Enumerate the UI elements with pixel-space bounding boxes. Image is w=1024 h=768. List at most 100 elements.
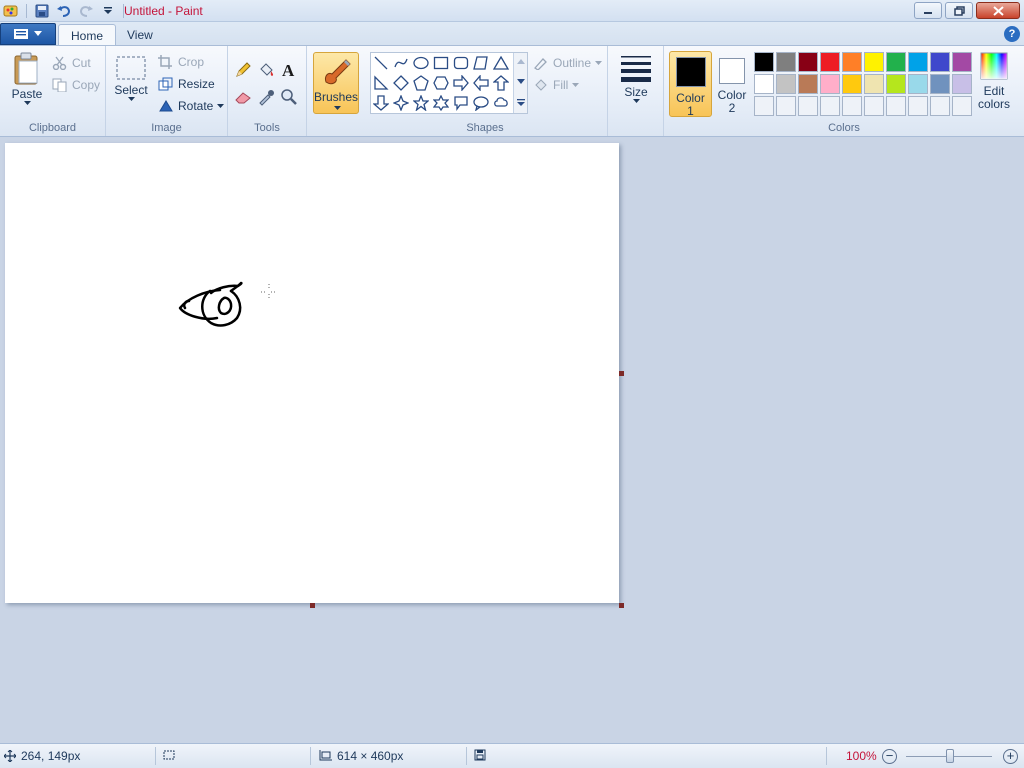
palette-swatch[interactable] <box>930 96 950 116</box>
fill-icon[interactable] <box>256 60 276 80</box>
palette-swatch[interactable] <box>908 52 928 72</box>
rounded-rectangle-shape-icon[interactable] <box>451 53 471 73</box>
six-point-star-icon[interactable] <box>431 93 451 113</box>
palette-swatch[interactable] <box>952 74 972 94</box>
pentagon-shape-icon[interactable] <box>411 73 431 93</box>
shapes-scrollbar[interactable] <box>513 53 527 113</box>
canvas-resize-handle-bottom[interactable] <box>310 603 315 608</box>
right-triangle-shape-icon[interactable] <box>371 73 391 93</box>
diamond-shape-icon[interactable] <box>391 73 411 93</box>
oval-shape-icon[interactable] <box>411 53 431 73</box>
palette-swatch[interactable] <box>952 96 972 116</box>
hexagon-shape-icon[interactable] <box>431 73 451 93</box>
palette-swatch[interactable] <box>886 74 906 94</box>
palette-swatch[interactable] <box>908 74 928 94</box>
palette-swatch[interactable] <box>952 52 972 72</box>
palette-swatch[interactable] <box>776 74 796 94</box>
line-shape-icon[interactable] <box>371 53 391 73</box>
customize-qat-icon[interactable] <box>99 2 117 20</box>
paste-button[interactable]: Paste <box>8 52 46 106</box>
curve-shape-icon[interactable] <box>391 53 411 73</box>
save-icon[interactable] <box>33 2 51 20</box>
chevron-down-icon <box>572 82 580 87</box>
size-button[interactable]: Size <box>618 52 654 104</box>
magnifier-icon[interactable] <box>279 87 299 107</box>
cut-button[interactable]: Cut <box>52 54 91 72</box>
fill-bucket-icon <box>535 79 547 91</box>
help-icon[interactable]: ? <box>1004 26 1020 42</box>
edit-colors-button[interactable]: Edit colors <box>976 52 1012 118</box>
copy-button[interactable]: Copy <box>52 76 100 94</box>
pencil-icon[interactable] <box>233 60 253 80</box>
palette-swatch[interactable] <box>930 52 950 72</box>
chevron-down-icon <box>127 97 135 101</box>
polygon-shape-icon[interactable] <box>471 53 491 73</box>
palette-swatch[interactable] <box>864 52 884 72</box>
palette-swatch[interactable] <box>754 96 774 116</box>
color-2-button[interactable]: Color 2 <box>714 51 750 117</box>
palette-swatch[interactable] <box>864 96 884 116</box>
rounded-callout-icon[interactable] <box>451 93 471 113</box>
svg-text:A: A <box>282 61 295 79</box>
palette-swatch[interactable] <box>798 96 818 116</box>
left-arrow-shape-icon[interactable] <box>471 73 491 93</box>
palette-swatch[interactable] <box>798 52 818 72</box>
qat-separator <box>26 4 27 18</box>
close-button[interactable] <box>976 2 1020 19</box>
redo-icon[interactable] <box>77 2 95 20</box>
palette-swatch[interactable] <box>842 52 862 72</box>
palette-swatch[interactable] <box>754 74 774 94</box>
triangle-shape-icon[interactable] <box>491 53 511 73</box>
palette-swatch[interactable] <box>776 96 796 116</box>
color-1-number: 1 <box>687 104 694 118</box>
canvas-resize-handle-right[interactable] <box>619 371 624 376</box>
fill-button[interactable]: Fill <box>533 76 580 94</box>
cloud-callout-icon[interactable] <box>491 93 511 113</box>
drawing-canvas[interactable] <box>5 143 619 603</box>
palette-swatch[interactable] <box>908 96 928 116</box>
brushes-button[interactable]: Brushes <box>313 52 359 114</box>
zoom-in-button[interactable]: + <box>1003 749 1018 764</box>
oval-callout-icon[interactable] <box>471 93 491 113</box>
selection-size <box>162 749 176 761</box>
palette-swatch[interactable] <box>930 74 950 94</box>
rotate-button[interactable]: Rotate <box>158 97 225 115</box>
crop-button[interactable]: Crop <box>158 53 204 71</box>
palette-swatch[interactable] <box>820 96 840 116</box>
palette-swatch[interactable] <box>842 96 862 116</box>
right-arrow-shape-icon[interactable] <box>451 73 471 93</box>
tab-home[interactable]: Home <box>58 24 117 46</box>
zoom-out-button[interactable]: − <box>882 749 897 764</box>
palette-swatch[interactable] <box>798 74 818 94</box>
paint-menu-button[interactable] <box>0 23 56 45</box>
canvas-resize-handle-corner[interactable] <box>619 603 624 608</box>
palette-swatch[interactable] <box>842 74 862 94</box>
outline-button[interactable]: Outline <box>533 54 603 72</box>
restore-button[interactable] <box>945 2 973 19</box>
color-1-button[interactable]: Color 1 <box>669 51 712 118</box>
palette-swatch[interactable] <box>754 52 774 72</box>
select-button[interactable]: Select <box>114 54 148 102</box>
palette-swatch[interactable] <box>886 96 906 116</box>
undo-icon[interactable] <box>55 2 73 20</box>
paint-app-icon[interactable] <box>2 2 20 20</box>
up-arrow-shape-icon[interactable] <box>491 73 511 93</box>
five-point-star-icon[interactable] <box>411 93 431 113</box>
tab-view[interactable]: View <box>115 24 165 46</box>
palette-swatch[interactable] <box>864 74 884 94</box>
four-point-star-icon[interactable] <box>391 93 411 113</box>
text-icon[interactable]: A <box>279 60 299 80</box>
zoom-slider-thumb[interactable] <box>946 749 954 763</box>
resize-button[interactable]: Resize <box>158 75 215 93</box>
minimize-button[interactable] <box>914 2 942 19</box>
palette-swatch[interactable] <box>820 52 840 72</box>
down-arrow-shape-icon[interactable] <box>371 93 391 113</box>
eraser-icon[interactable] <box>233 87 253 107</box>
rectangle-shape-icon[interactable] <box>431 53 451 73</box>
palette-swatch[interactable] <box>886 52 906 72</box>
palette-swatch[interactable] <box>820 74 840 94</box>
palette-swatch[interactable] <box>776 52 796 72</box>
drawing-strokes <box>178 281 277 327</box>
color-picker-icon[interactable] <box>256 87 276 107</box>
quick-access-toolbar <box>2 2 126 20</box>
